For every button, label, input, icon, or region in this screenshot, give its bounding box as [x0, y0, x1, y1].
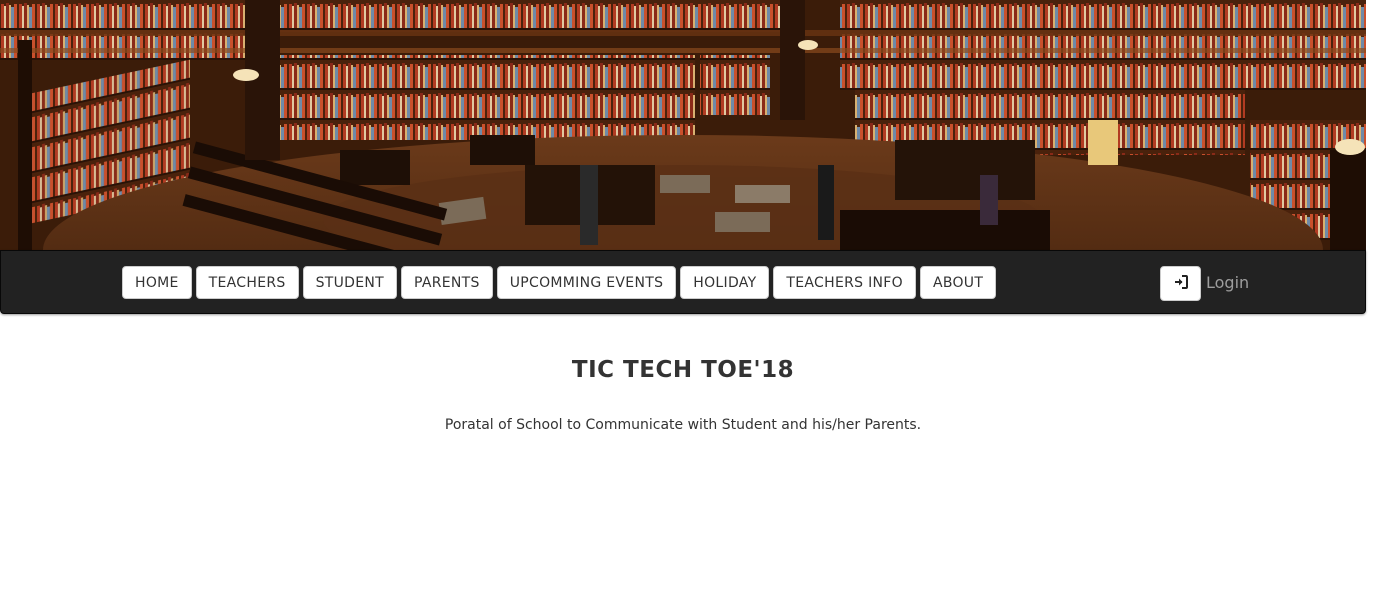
library-banner-image [0, 0, 1366, 250]
nav-student-button[interactable]: STUDENT [302, 266, 398, 299]
nav-parents-button[interactable]: PARENTS [401, 266, 493, 299]
nav-teachers-info-button[interactable]: TEACHERS INFO [773, 266, 916, 299]
nav-holiday-button[interactable]: HOLIDAY [680, 266, 770, 299]
nav-home-button[interactable]: HOME [122, 266, 192, 299]
nav-about-button[interactable]: ABOUT [919, 266, 997, 299]
nav-upcoming-events-button[interactable]: UPCOMMING EVENTS [496, 266, 677, 299]
main-navbar: HOME TEACHERS STUDENT PARENTS UPCOMMING … [0, 250, 1366, 314]
page-subtitle: Poratal of School to Communicate with St… [444, 417, 922, 433]
nav-teachers-button[interactable]: TEACHERS [195, 266, 299, 299]
page-title: TIC TECH TOE'18 [571, 357, 795, 383]
login-link[interactable]: Login [1206, 273, 1249, 292]
nav-menu: HOME TEACHERS STUDENT PARENTS UPCOMMING … [122, 266, 997, 299]
login-area: Login [1160, 266, 1249, 301]
sign-in-icon [1173, 274, 1189, 294]
main-content: TIC TECH TOE'18 Poratal of School to Com… [0, 312, 1366, 433]
login-button[interactable] [1160, 266, 1201, 301]
